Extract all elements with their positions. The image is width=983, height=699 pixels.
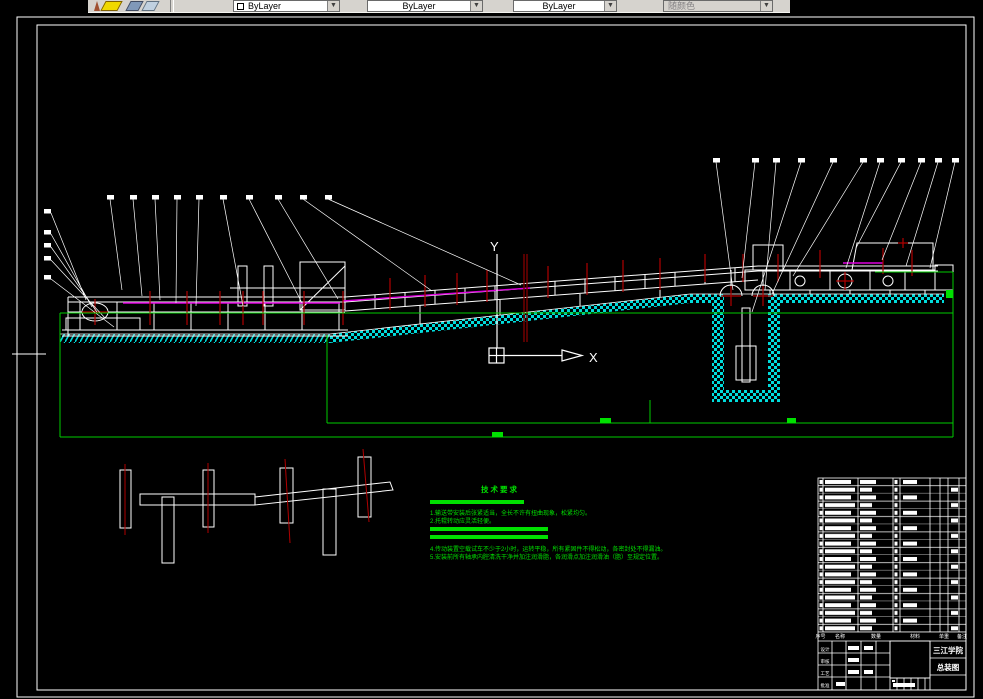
lineweight-control-dropdown[interactable]: ByLayer ▼ xyxy=(513,0,617,12)
note-bar-1 xyxy=(430,500,524,504)
ucs-y-label: Y xyxy=(490,239,499,254)
plan-detail xyxy=(119,448,394,564)
pit-walls xyxy=(712,294,780,402)
linetype-dropdown-arrow-icon[interactable]: ▼ xyxy=(470,1,482,11)
ucs-icon: Y X xyxy=(488,239,598,365)
properties-toolbar: ByLayer ▼ ByLayer ▼ ByLayer ▼ 随颜色 ▼ xyxy=(88,0,790,13)
make-layer-current-icon[interactable] xyxy=(100,1,123,11)
notes-block: 技术要求 1.输送带安装后张紧适当，全长不许有扭曲现象，松紧均匀。 2.托辊转动… xyxy=(430,484,666,561)
note-line-2: 2.托辊转动应灵活轻便。 xyxy=(430,517,495,525)
plotstyle-control-value: 随颜色 xyxy=(668,1,696,11)
org-name: 三江学院 xyxy=(933,645,963,655)
bom-header-weight: 单重 xyxy=(939,633,949,640)
layer-states-icon[interactable] xyxy=(141,1,160,11)
note-line-5: 5.安装前所有轴承内腔清洗干净并加注润滑脂，各润滑点加注润滑油（脂）至规定位置。 xyxy=(430,553,663,561)
takeup-pit xyxy=(719,270,775,383)
ucs-x-label: X xyxy=(589,350,598,365)
field-design: 设计 xyxy=(821,646,830,653)
bom-header-material: 材料 xyxy=(910,633,920,640)
color-control-dropdown[interactable]: ByLayer ▼ xyxy=(233,0,340,12)
cad-viewport[interactable]: Y X 技术要求 1.输送带安装后张紧适当，全长不许有扭曲现象，松紧均匀。 2.… xyxy=(0,0,983,699)
plotstyle-control-dropdown: 随颜色 ▼ xyxy=(663,0,773,12)
title-block-blobs xyxy=(836,646,915,687)
toolbar-separator xyxy=(170,0,174,12)
note-bar-3 xyxy=(430,535,548,539)
notes-title: 技术要求 xyxy=(481,484,519,494)
field-check: 审核 xyxy=(821,658,830,665)
pushpin-icon[interactable] xyxy=(94,1,100,11)
note-bar-2 xyxy=(430,527,548,531)
field-process: 工艺 xyxy=(821,671,830,676)
bom-rows xyxy=(818,478,966,632)
field-approve: 批准 xyxy=(821,682,830,689)
color-control-value: ByLayer xyxy=(248,1,282,11)
plotstyle-dropdown-arrow-icon: ▼ xyxy=(760,1,772,11)
bom-header-name: 名称 xyxy=(835,633,845,640)
title-block: 序号 名称 数量 材料 单重 备注 设计 审核 工艺 批准 三江学院 总装图 xyxy=(815,477,967,691)
bom-header-remark: 备注 xyxy=(957,633,967,640)
linetype-control-dropdown[interactable]: ByLayer ▼ xyxy=(367,0,483,12)
drawing-name: 总装图 xyxy=(937,662,960,672)
lineweight-control-value: ByLayer xyxy=(542,1,576,11)
note-line-1: 1.输送带安装后张紧适当，全长不许有扭曲现象，松紧均匀。 xyxy=(430,509,591,517)
color-dropdown-arrow-icon[interactable]: ▼ xyxy=(327,1,339,11)
application-window: Y X 技术要求 1.输送带安装后张紧适当，全长不许有扭曲现象，松紧均匀。 2.… xyxy=(0,0,983,699)
balloon-markers xyxy=(44,158,959,280)
linetype-control-value: ByLayer xyxy=(402,1,436,11)
note-line-4: 4.传动装置空载试车不少于2小时，运转平稳，所有紧固件不得松动，各密封处不得漏油… xyxy=(430,545,666,553)
bom-header-no: 序号 xyxy=(815,633,825,640)
lineweight-dropdown-arrow-icon[interactable]: ▼ xyxy=(604,1,616,11)
bom-header-qty: 数量 xyxy=(871,633,881,640)
section-line xyxy=(523,254,528,342)
